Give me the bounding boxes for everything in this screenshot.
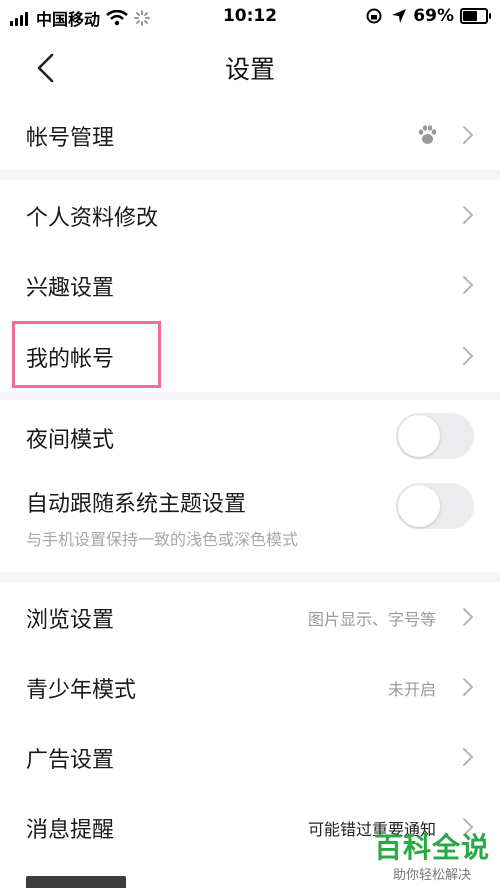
chevron-right-icon bbox=[463, 608, 474, 626]
youth-mode-row[interactable]: 青少年模式 未开启 bbox=[0, 652, 500, 722]
watermark: 百科全说 助你轻松解决 bbox=[374, 826, 490, 883]
chevron-right-icon bbox=[463, 126, 474, 144]
account-manage-label: 帐号管理 bbox=[26, 126, 115, 151]
watermark-title: 百科全说 bbox=[373, 831, 490, 864]
display-group: 夜间模式 自动跟随系统主题设置 与手机设置保持一致的浅色或深色模式 bbox=[0, 400, 500, 572]
profile-edit-row[interactable]: 个人资料修改 bbox=[0, 180, 500, 250]
youth-mode-value: 未开启 bbox=[387, 680, 436, 699]
paw-icon bbox=[418, 125, 437, 144]
account-group: 帐号管理 bbox=[0, 100, 500, 170]
rotation-lock-icon bbox=[366, 8, 382, 24]
toggle-knob bbox=[398, 485, 440, 527]
interest-settings-row[interactable]: 兴趣设置 bbox=[0, 250, 500, 320]
profile-edit-label: 个人资料修改 bbox=[26, 206, 159, 231]
toggle-knob bbox=[398, 415, 440, 457]
interest-settings-label: 兴趣设置 bbox=[26, 276, 115, 301]
chevron-right-icon bbox=[463, 678, 474, 696]
page-title: 设置 bbox=[224, 55, 275, 84]
status-bar: 中国移动 10:12 69% bbox=[0, 0, 500, 34]
account-manage-row[interactable]: 帐号管理 bbox=[0, 100, 500, 170]
nav-bar: 设置 bbox=[0, 34, 500, 100]
highlight-box bbox=[12, 321, 161, 388]
notify-label: 消息提醒 bbox=[26, 818, 115, 843]
theme-follow-toggle[interactable] bbox=[396, 483, 474, 529]
night-mode-row: 夜间模式 bbox=[0, 400, 500, 472]
chevron-right-icon bbox=[463, 276, 474, 294]
ad-settings-row[interactable]: 广告设置 bbox=[0, 722, 500, 792]
status-right: 69% bbox=[365, 6, 491, 26]
battery-percent: 69% bbox=[413, 6, 454, 26]
night-mode-label: 夜间模式 bbox=[26, 428, 115, 453]
chevron-right-icon bbox=[463, 748, 474, 766]
theme-follow-subtitle: 与手机设置保持一致的浅色或深色模式 bbox=[26, 530, 299, 549]
theme-follow-label: 自动跟随系统主题设置 bbox=[26, 492, 247, 517]
theme-follow-row: 自动跟随系统主题设置 与手机设置保持一致的浅色或深色模式 bbox=[0, 472, 500, 572]
partial-row-label bbox=[26, 876, 126, 888]
browse-settings-label: 浏览设置 bbox=[26, 608, 115, 633]
browse-settings-row[interactable]: 浏览设置 图片显示、字号等 bbox=[0, 582, 500, 652]
chevron-right-icon bbox=[463, 347, 474, 365]
battery-icon bbox=[460, 8, 491, 24]
browse-settings-value: 图片显示、字号等 bbox=[307, 610, 436, 629]
location-icon bbox=[392, 9, 407, 23]
youth-mode-label: 青少年模式 bbox=[26, 678, 137, 703]
night-mode-toggle[interactable] bbox=[396, 413, 474, 459]
watermark-subtitle: 助你轻松解决 bbox=[392, 868, 471, 883]
chevron-right-icon bbox=[463, 206, 474, 224]
ad-settings-label: 广告设置 bbox=[26, 748, 115, 773]
